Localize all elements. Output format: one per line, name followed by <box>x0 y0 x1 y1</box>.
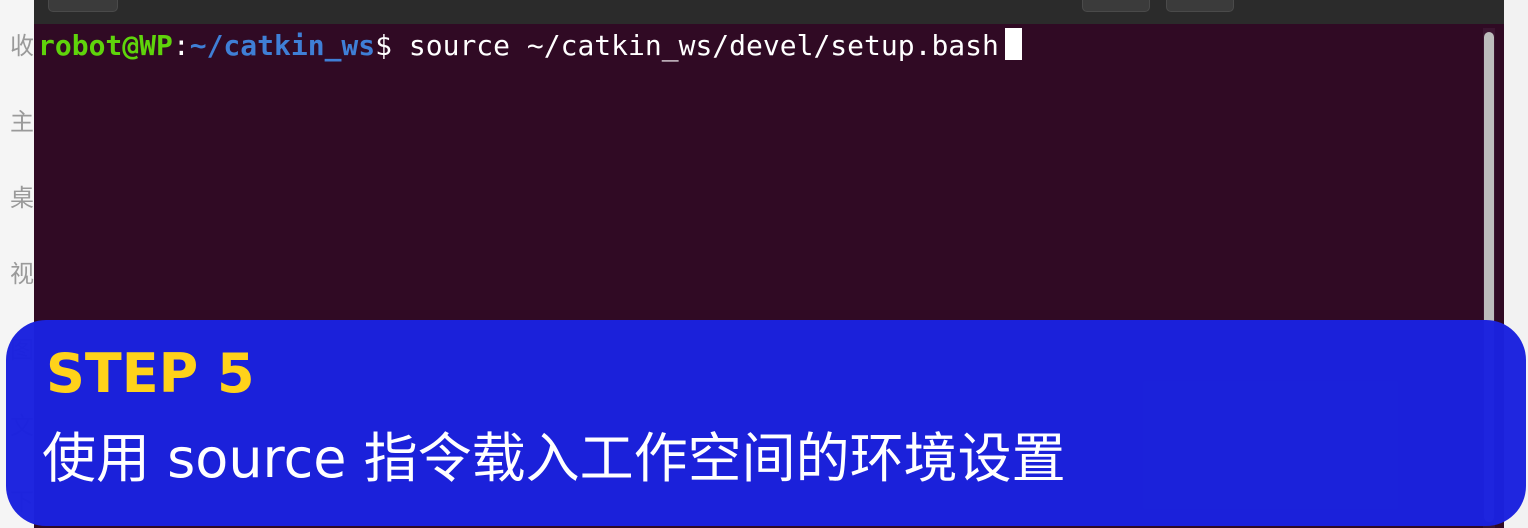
terminal-header-bar <box>34 0 1504 24</box>
prompt-path: ~/catkin_ws <box>189 29 376 62</box>
sidebar-item-label[interactable]: 桌 <box>10 184 34 212</box>
prompt-user: robot@WP <box>38 29 173 62</box>
sidebar-item-label[interactable]: 主 <box>10 108 34 136</box>
terminal-cursor <box>1004 28 1022 60</box>
sidebar-item-label[interactable]: 收 <box>10 32 34 60</box>
caption-overlay: STEP 5 使用 source 指令载入工作空间的环境设置 <box>6 320 1526 526</box>
step-description: 使用 source 指令载入工作空间的环境设置 <box>42 427 1066 490</box>
header-options-button[interactable] <box>1166 0 1234 12</box>
sidebar-item-label[interactable]: 视 <box>10 260 34 288</box>
terminal-prompt-line: robot@WP:~/catkin_ws$ source ~/catkin_ws… <box>38 28 1022 64</box>
terminal-command: source ~/catkin_ws/devel/setup.bash <box>392 29 999 62</box>
step-title: STEP 5 <box>46 342 255 405</box>
header-menu-button[interactable] <box>48 0 118 12</box>
prompt-symbol: $ <box>375 29 393 62</box>
header-search-button[interactable] <box>1082 0 1150 12</box>
prompt-colon: : <box>172 29 190 62</box>
